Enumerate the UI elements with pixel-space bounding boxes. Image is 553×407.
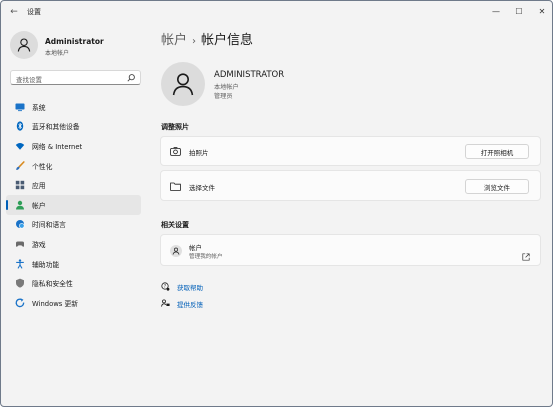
- sidebar-item-label: 蓝牙和其他设备: [32, 123, 80, 132]
- get-help-text: 获取帮助: [177, 283, 203, 292]
- wifi-icon: [15, 141, 25, 151]
- breadcrumb-separator: ›: [192, 36, 197, 47]
- get-help-link[interactable]: ? 获取帮助: [161, 281, 203, 292]
- profile-name: Administrator: [45, 37, 104, 46]
- take-photo-card: 拍照片 打开照相机: [160, 136, 541, 166]
- title-bar: ← 设置 — ☐ ✕: [1, 1, 552, 23]
- settings-window: ← 设置 — ☐ ✕ Administrator 本地帐户 查找设置 系统 蓝牙…: [0, 0, 553, 407]
- breadcrumb: 帐户 › 帐户信息: [161, 29, 253, 48]
- sidebar-item-label: 系统: [32, 103, 46, 112]
- app-title: 设置: [27, 8, 41, 16]
- shield-icon: [15, 278, 25, 288]
- avatar: [10, 31, 38, 59]
- main-content: 帐户 › 帐户信息 ADMINISTRATOR 本地帐户 管理员 调整照片 拍照片 …: [149, 23, 552, 406]
- display-icon: [15, 102, 25, 112]
- sidebar-item-label: Windows 更新: [32, 299, 79, 308]
- sidebar-item-accessibility[interactable]: 辅助功能: [6, 254, 141, 274]
- brush-icon: [15, 160, 25, 171]
- sidebar-item-time-language[interactable]: 时间和语言: [6, 215, 141, 235]
- sidebar-item-label: 网络 & Internet: [32, 142, 83, 151]
- maximize-button[interactable]: ☐: [508, 4, 530, 18]
- sidebar-item-label: 辅助功能: [32, 260, 60, 269]
- close-button[interactable]: ✕: [531, 4, 552, 18]
- search-input[interactable]: 查找设置: [10, 70, 141, 85]
- section-title-related-settings: 相关设置: [161, 221, 189, 229]
- account-avatar: [161, 62, 205, 106]
- accounts-link-sub: 管理我的帐户: [189, 254, 223, 260]
- accounts-link-label: 帐户: [189, 244, 202, 252]
- search-icon[interactable]: [126, 73, 136, 83]
- account-role: 管理员: [214, 93, 233, 100]
- sidebar-item-personalization[interactable]: 个性化: [6, 156, 141, 176]
- profile-account-type: 本地帐户: [45, 50, 70, 57]
- sidebar-item-system[interactable]: 系统: [6, 97, 141, 117]
- bluetooth-icon: [15, 121, 25, 131]
- sidebar-item-label: 时间和语言: [32, 221, 66, 230]
- browse-files-button[interactable]: 浏览文件: [465, 179, 529, 194]
- sidebar-item-label: 游戏: [32, 240, 46, 249]
- account-name: ADMINISTRATOR: [214, 70, 285, 80]
- accessibility-icon: [15, 258, 25, 269]
- person-icon: [15, 200, 25, 210]
- sidebar-item-label: 个性化: [32, 162, 53, 171]
- account-type: 本地帐户: [214, 84, 239, 91]
- feedback-icon: [161, 299, 170, 308]
- breadcrumb-parent[interactable]: 帐户: [161, 33, 187, 48]
- sidebar-item-bluetooth[interactable]: 蓝牙和其他设备: [6, 117, 141, 137]
- camera-icon: [170, 146, 181, 157]
- section-title-adjust-photo: 调整照片: [161, 123, 189, 131]
- sidebar: Administrator 本地帐户 查找设置 系统 蓝牙和其他设备 网络 & …: [1, 23, 149, 406]
- sidebar-item-gaming[interactable]: 游戏: [6, 234, 141, 254]
- search-placeholder: 查找设置: [16, 76, 42, 84]
- sidebar-item-label: 帐户: [32, 201, 46, 210]
- sidebar-item-privacy[interactable]: 隐私和安全性: [6, 273, 141, 293]
- sidebar-item-label: 隐私和安全性: [32, 280, 73, 289]
- sidebar-item-network[interactable]: 网络 & Internet: [6, 136, 141, 156]
- take-photo-label: 拍照片: [189, 149, 209, 157]
- folder-icon: [170, 181, 181, 192]
- update-icon: [15, 298, 25, 308]
- sidebar-item-label: 应用: [32, 182, 46, 191]
- apps-icon: [15, 180, 25, 190]
- back-button[interactable]: ←: [7, 5, 21, 19]
- sidebar-item-windows-update[interactable]: Windows 更新: [6, 293, 141, 313]
- page-title: 帐户信息: [201, 33, 254, 48]
- sidebar-profile[interactable]: Administrator 本地帐户: [10, 31, 145, 65]
- accounts-link-card[interactable]: 帐户 管理我的帐户: [160, 234, 541, 266]
- choose-file-label: 选择文件: [189, 184, 215, 192]
- minimize-button[interactable]: —: [485, 4, 507, 18]
- selection-indicator: [6, 199, 8, 210]
- gamepad-icon: [15, 239, 25, 249]
- sidebar-item-accounts[interactable]: 帐户: [6, 194, 141, 215]
- person-icon: [17, 38, 31, 52]
- person-icon: [172, 73, 194, 96]
- give-feedback-text: 提供反馈: [177, 300, 203, 309]
- person-icon: [170, 245, 182, 257]
- help-icon: ?: [161, 282, 170, 291]
- external-link-icon: [522, 246, 530, 261]
- sidebar-item-apps[interactable]: 应用: [6, 175, 141, 195]
- nav-list: 系统 蓝牙和其他设备 网络 & Internet 个性化 应用 帐户 时间和语言…: [6, 97, 141, 313]
- globe-clock-icon: [15, 219, 25, 229]
- open-camera-button[interactable]: 打开照相机: [465, 144, 529, 159]
- give-feedback-link[interactable]: 提供反馈: [161, 298, 203, 309]
- choose-file-card: 选择文件 浏览文件: [160, 170, 541, 201]
